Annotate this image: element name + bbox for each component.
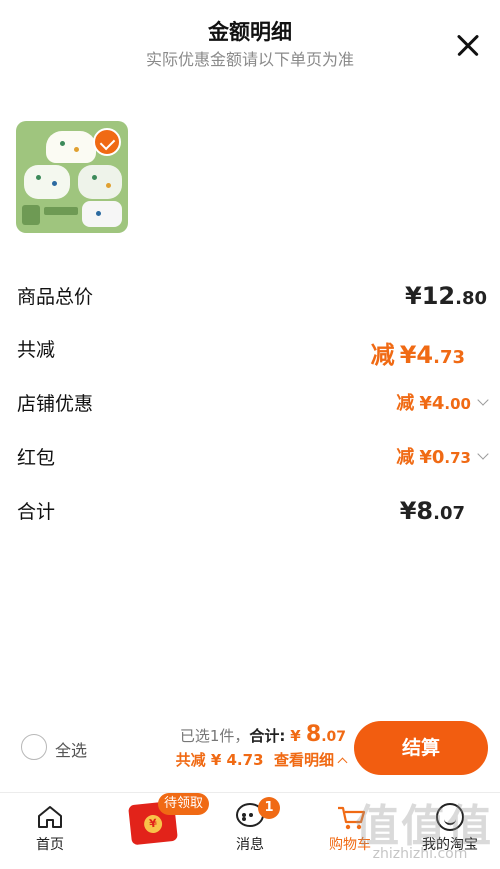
shop-coupon-label: 店铺优惠 [17, 393, 94, 415]
tab-home-label: 首页 [36, 837, 64, 853]
tab-red-packet[interactable]: ¥ 待领取 [100, 793, 210, 869]
coin-icon: ¥ [143, 814, 163, 834]
pattern-dot [60, 141, 65, 146]
chevron-up-icon [337, 757, 348, 768]
product-banner [44, 207, 78, 215]
chevron-down-icon[interactable] [477, 448, 489, 460]
selected-check-icon[interactable] [93, 128, 121, 156]
pattern-dot [74, 147, 79, 152]
chevron-down-icon[interactable] [477, 394, 489, 406]
row-red-packet[interactable]: 红包 减 ¥0.73 [17, 443, 489, 475]
total-value: ¥12.80 [405, 282, 487, 310]
watermark-logo: 值值值 [355, 801, 493, 852]
mask-image [78, 165, 122, 199]
message-dots [242, 813, 260, 821]
tab-messages-label: 消息 [236, 837, 264, 853]
row-shop-coupon[interactable]: 店铺优惠 减 ¥4.00 [17, 389, 489, 421]
home-icon [38, 806, 62, 828]
sum-label: 合计 [17, 501, 56, 523]
checkout-button[interactable]: 结算 [354, 721, 488, 775]
shop-coupon-value: 减 ¥4.00 [396, 389, 489, 415]
summary-discount-line: 共减 ¥ 4.73 查看明细 [160, 749, 348, 770]
row-sum: 合计 ¥8.07 [17, 497, 487, 529]
order-summary: 已选1件，合计: ¥ 8.07 共减 ¥ 4.73 查看明细 [160, 722, 348, 770]
select-all-radio[interactable] [21, 734, 47, 760]
close-icon[interactable] [455, 32, 481, 58]
mask-image [46, 131, 96, 163]
row-total: 商品总价 ¥12.80 [17, 282, 487, 314]
row-discount: 共减 减 ¥4.73 [17, 335, 487, 369]
mask-image [82, 201, 122, 227]
summary-discount: 共减 ¥ 4.73 [175, 751, 264, 769]
red-packet-value: 减 ¥0.73 [396, 443, 489, 469]
discount-value: 减 ¥4.73 [370, 341, 465, 369]
product-tag [22, 205, 40, 225]
summary-price: ¥ 8.07 [290, 722, 346, 747]
tab-messages[interactable]: 1 消息 [200, 793, 300, 869]
select-all-label[interactable]: 全选 [55, 737, 87, 761]
summary-total-line: 已选1件，合计: ¥ 8.07 [160, 722, 346, 747]
discount-label: 共减 [17, 339, 56, 361]
pattern-dot [96, 211, 101, 216]
pattern-dot [52, 181, 57, 186]
watermark-text: zhizhizhi.com [372, 846, 468, 862]
product-thumbnail[interactable] [16, 121, 128, 233]
view-detail-link[interactable]: 查看明细 [269, 751, 348, 769]
page-subtitle: 实际优惠金额请以下单页为准 [145, 50, 354, 69]
pattern-dot [36, 175, 41, 180]
summary-sum-label: 合计: [249, 727, 286, 745]
red-packet-label: 红包 [17, 447, 56, 469]
page-title: 金额明细 [208, 20, 292, 44]
pattern-dot [106, 183, 111, 188]
pattern-dot [92, 175, 97, 180]
message-count-badge: 1 [258, 797, 280, 819]
sum-value: ¥8.07 [399, 497, 465, 525]
tab-home[interactable]: 首页 [0, 793, 100, 869]
selected-count: 已选1件， [179, 727, 250, 745]
total-label: 商品总价 [17, 286, 94, 308]
detail-header: 金额明细 实际优惠金额请以下单页为准 [0, 0, 500, 80]
mask-image [24, 165, 70, 199]
